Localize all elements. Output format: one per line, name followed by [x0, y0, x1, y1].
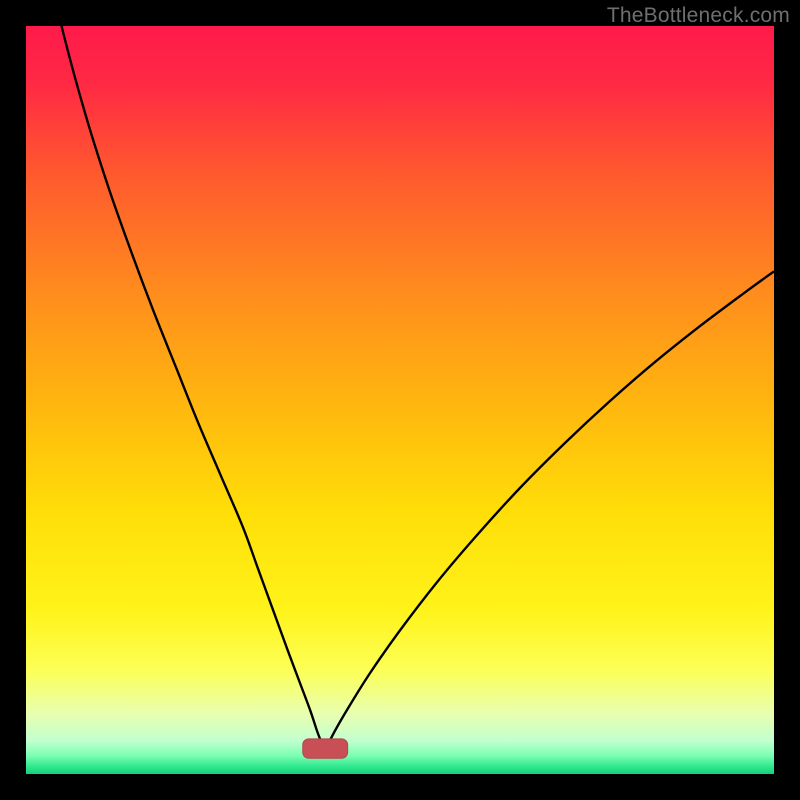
gradient-background [26, 26, 774, 774]
minimum-marker [303, 739, 348, 758]
chart-frame [26, 26, 774, 774]
bottleneck-chart [26, 26, 774, 774]
watermark-text: TheBottleneck.com [607, 4, 790, 28]
